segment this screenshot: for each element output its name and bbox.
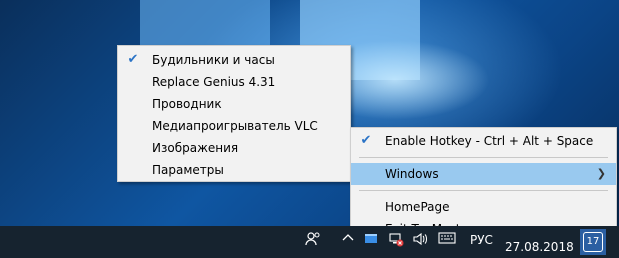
- check-icon: ✔: [360, 133, 372, 148]
- menu-item-photos[interactable]: Изображения: [118, 137, 350, 159]
- chevron-right-icon: ❯: [596, 167, 606, 180]
- network-disconnected-icon[interactable]: [388, 231, 404, 254]
- menu-item-explorer[interactable]: Проводник: [118, 93, 350, 115]
- menu-separator: [359, 190, 608, 191]
- menu-item-settings[interactable]: Параметры: [118, 159, 350, 181]
- menu-separator: [359, 157, 608, 158]
- menu-item-label: Replace Genius 4.31: [152, 75, 276, 89]
- menu-item-label: Параметры: [152, 163, 224, 177]
- menu-item-enable-hotkey[interactable]: ✔ Enable Hotkey - Ctrl + Alt + Space: [351, 130, 616, 152]
- menu-item-label: Windows: [385, 167, 439, 181]
- menu-item-homepage[interactable]: HomePage: [351, 196, 616, 218]
- menu-item-label: Будильники и часы: [152, 53, 275, 67]
- check-icon: ✔: [127, 52, 139, 67]
- chevron-up-icon[interactable]: [342, 231, 354, 251]
- taskbar-date[interactable]: 27.08.2018: [505, 240, 574, 254]
- menu-item-windows[interactable]: Windows ❯: [351, 163, 616, 185]
- window-list-menu: ✔ Будильники и часы Replace Genius 4.31 …: [117, 45, 351, 182]
- keyboard-icon[interactable]: [438, 231, 456, 252]
- tray-context-menu: ✔ Enable Hotkey - Ctrl + Alt + Space Win…: [350, 127, 617, 236]
- menu-item-vlc[interactable]: Медиапроигрыватель VLC: [118, 115, 350, 137]
- language-indicator[interactable]: РУС: [470, 233, 493, 247]
- volume-icon[interactable]: [412, 231, 428, 254]
- menu-item-label: Enable Hotkey - Ctrl + Alt + Space: [385, 134, 594, 148]
- topmost-tray-icon[interactable]: [364, 231, 378, 252]
- menu-item-label: HomePage: [385, 200, 450, 214]
- menu-item-replace-genius[interactable]: Replace Genius 4.31: [118, 71, 350, 93]
- menu-item-label: Изображения: [152, 141, 239, 155]
- menu-item-alarms-clock[interactable]: ✔ Будильники и часы: [118, 49, 350, 71]
- menu-item-label: Проводник: [152, 97, 222, 111]
- people-icon[interactable]: [305, 231, 321, 254]
- menu-item-label: Медиапроигрыватель VLC: [152, 119, 318, 133]
- notification-count-badge: 17: [583, 232, 603, 252]
